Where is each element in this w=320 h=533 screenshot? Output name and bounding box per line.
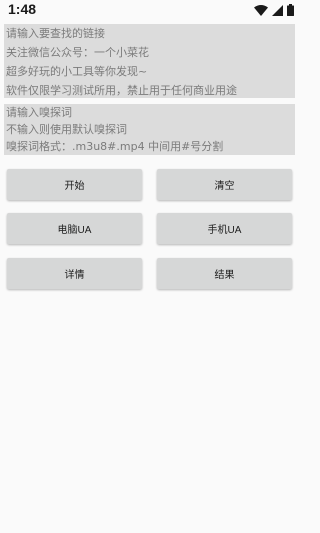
status-icons	[254, 4, 294, 16]
start-button[interactable]: 开始	[7, 169, 142, 200]
results-button[interactable]: 结果	[157, 258, 292, 289]
sniff-input-hint-line: 请输入嗅探词	[6, 106, 72, 119]
status-bar: 1:48	[0, 0, 300, 20]
mobile-ua-button[interactable]: 手机UA	[157, 213, 292, 244]
link-input-hint-line: 关注微信公众号：一个小菜花	[6, 46, 149, 59]
sniff-keyword-input[interactable]: 请输入嗅探词 不输入则使用默认嗅探词 嗅探词格式：.m3u8#.mp4 中间用#…	[4, 104, 295, 155]
link-input-hint-line: 请输入要查找的链接	[6, 27, 105, 40]
pc-ua-button[interactable]: 电脑UA	[7, 213, 142, 244]
link-input[interactable]: 请输入要查找的链接 关注微信公众号：一个小菜花 超多好玩的小工具等你发现~ 软件…	[4, 24, 295, 98]
sniff-input-hint-line: 不输入则使用默认嗅探词	[6, 123, 127, 136]
sniff-input-hint-line: 嗅探词格式：.m3u8#.mp4 中间用#号分割	[6, 140, 224, 153]
link-input-hint-line: 超多好玩的小工具等你发现~	[6, 65, 148, 78]
signal-icon	[272, 4, 283, 16]
link-input-hint-line: 软件仅限学习测试所用，禁止用于任何商业用途	[6, 84, 237, 97]
clear-button[interactable]: 清空	[157, 169, 292, 200]
status-time: 1:48	[8, 1, 37, 17]
battery-icon	[287, 4, 294, 16]
details-button[interactable]: 详情	[7, 258, 142, 289]
wifi-icon	[254, 4, 268, 16]
